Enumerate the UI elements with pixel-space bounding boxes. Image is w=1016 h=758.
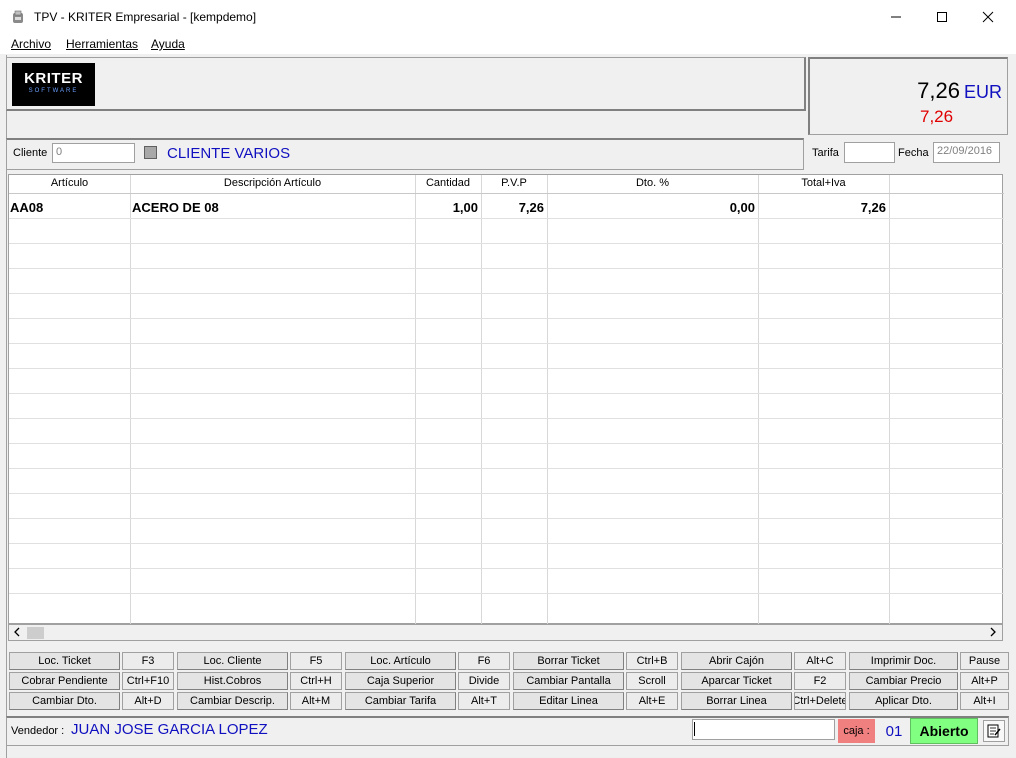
menu-herramientas[interactable]: Herramientas bbox=[66, 37, 138, 51]
cell-dto: 0,00 bbox=[729, 200, 755, 215]
aparcar-ticket-button[interactable]: Aparcar Ticket bbox=[681, 672, 792, 690]
vendedor-label: Vendedor : bbox=[11, 725, 65, 737]
title-bar: TPV - KRITER Empresarial - [kempdemo] bbox=[0, 0, 1016, 34]
client-checkbox[interactable] bbox=[144, 146, 157, 159]
cambiar-pantalla-button[interactable]: Cambiar Pantalla bbox=[513, 672, 624, 690]
cobrar-pendiente-button[interactable]: Cobrar Pendiente bbox=[9, 672, 120, 690]
cobrar-pendiente-shortcut: Ctrl+F10 bbox=[122, 672, 174, 690]
total-currency: EUR bbox=[963, 82, 1002, 102]
kriter-logo: KRITER SOFTWARE bbox=[12, 63, 95, 106]
borrar-ticket-shortcut: Ctrl+B bbox=[626, 652, 678, 670]
loc-articulo-shortcut: F6 bbox=[458, 652, 510, 670]
cambiar-dto-shortcut: Alt+D bbox=[122, 692, 174, 710]
caja-label: caja : bbox=[838, 719, 875, 743]
cell-articulo: AA08 bbox=[10, 200, 44, 215]
loc-ticket-shortcut: F3 bbox=[122, 652, 174, 670]
abrir-cajon-button[interactable]: Abrir Cajón bbox=[681, 652, 792, 670]
logo-tagline: SOFTWARE bbox=[28, 88, 79, 94]
tarifa-label: Tarifa bbox=[812, 147, 839, 159]
minimize-button[interactable] bbox=[873, 0, 919, 34]
cambiar-descrip-button[interactable]: Cambiar Descrip. bbox=[177, 692, 288, 710]
menu-archivo[interactable]: Archivo bbox=[11, 37, 51, 51]
app-window: TPV - KRITER Empresarial - [kempdemo] Ar… bbox=[0, 0, 1016, 758]
menu-ayuda[interactable]: Ayuda bbox=[151, 37, 185, 51]
scroll-right-icon[interactable] bbox=[988, 626, 998, 641]
maximize-button[interactable] bbox=[919, 0, 965, 34]
caja-status-badge: Abierto bbox=[910, 718, 978, 744]
vendedor-name: JUAN JOSE GARCIA LOPEZ bbox=[71, 721, 268, 738]
close-button[interactable] bbox=[965, 0, 1011, 34]
barcode-input[interactable] bbox=[692, 719, 835, 740]
logo-name: KRITER bbox=[24, 70, 83, 87]
tarifa-input[interactable] bbox=[844, 142, 895, 163]
col-header-dto[interactable]: Dto. % bbox=[547, 177, 758, 189]
notepad-icon[interactable] bbox=[983, 720, 1005, 742]
loc-cliente-button[interactable]: Loc. Cliente bbox=[177, 652, 288, 670]
header-panel bbox=[6, 57, 806, 111]
col-header-total[interactable]: Total+Iva bbox=[758, 177, 889, 189]
hist-cobros-button[interactable]: Hist.Cobros bbox=[177, 672, 288, 690]
abrir-cajon-shortcut: Alt+C bbox=[794, 652, 846, 670]
loc-ticket-button[interactable]: Loc. Ticket bbox=[9, 652, 120, 670]
fecha-input[interactable]: 22/09/2016 bbox=[933, 142, 1000, 163]
aplicar-dto-button[interactable]: Aplicar Dto. bbox=[849, 692, 958, 710]
ticket-grid[interactable]: Artículo Descripción Artículo Cantidad P… bbox=[8, 174, 1004, 625]
cambiar-tarifa-shortcut: Alt+T bbox=[458, 692, 510, 710]
total-subtotal: 7,26 bbox=[920, 107, 954, 126]
loc-cliente-shortcut: F5 bbox=[290, 652, 342, 670]
text-cursor bbox=[694, 722, 695, 736]
fecha-label: Fecha bbox=[898, 147, 929, 159]
imprimir-doc-shortcut: Pause bbox=[960, 652, 1009, 670]
cambiar-descrip-shortcut: Alt+M bbox=[290, 692, 342, 710]
horizontal-scrollbar[interactable] bbox=[8, 624, 1003, 641]
scroll-thumb[interactable] bbox=[27, 627, 44, 639]
scroll-left-icon[interactable] bbox=[12, 626, 22, 641]
col-header-descripcion[interactable]: Descripción Artículo bbox=[130, 177, 415, 189]
cambiar-tarifa-button[interactable]: Cambiar Tarifa bbox=[345, 692, 456, 710]
col-header-pvp[interactable]: P.V.P bbox=[481, 177, 547, 189]
hist-cobros-shortcut: Ctrl+H bbox=[290, 672, 342, 690]
aparcar-ticket-shortcut: F2 bbox=[794, 672, 846, 690]
col-header-articulo[interactable]: Artículo bbox=[9, 177, 130, 189]
cell-cantidad: 1,00 bbox=[452, 200, 478, 215]
total-amount: 7,26 bbox=[917, 78, 960, 103]
editar-linea-shortcut: Alt+E bbox=[626, 692, 678, 710]
cambiar-dto-button[interactable]: Cambiar Dto. bbox=[9, 692, 120, 710]
editar-linea-button[interactable]: Editar Linea bbox=[513, 692, 624, 710]
client-name: CLIENTE VARIOS bbox=[167, 145, 291, 162]
menu-bar: Archivo Herramientas Ayuda bbox=[0, 34, 1016, 54]
imprimir-doc-button[interactable]: Imprimir Doc. bbox=[849, 652, 958, 670]
aplicar-dto-shortcut: Alt+I bbox=[960, 692, 1009, 710]
cell-descripcion: ACERO DE 08 bbox=[132, 200, 219, 215]
client-label: Cliente bbox=[13, 147, 48, 159]
cambiar-precio-shortcut: Alt+P bbox=[960, 672, 1009, 690]
borrar-linea-button[interactable]: Borrar Linea bbox=[681, 692, 792, 710]
caja-number: 01 bbox=[885, 722, 903, 740]
cambiar-precio-button[interactable]: Cambiar Precio bbox=[849, 672, 958, 690]
total-amount-display: 7,26 EUR bbox=[917, 78, 1002, 104]
cambiar-pantalla-shortcut: Scroll bbox=[626, 672, 678, 690]
cell-total: 7,26 bbox=[860, 200, 886, 215]
col-header-cantidad[interactable]: Cantidad bbox=[415, 177, 481, 189]
cell-pvp: 7,26 bbox=[518, 200, 544, 215]
client-code-input[interactable]: 0 bbox=[52, 143, 135, 163]
caja-superior-button[interactable]: Caja Superior bbox=[345, 672, 456, 690]
borrar-linea-shortcut: Ctrl+Delete bbox=[794, 692, 846, 710]
borrar-ticket-button[interactable]: Borrar Ticket bbox=[513, 652, 624, 670]
app-icon bbox=[10, 9, 26, 25]
window-title: TPV - KRITER Empresarial - [kempdemo] bbox=[34, 10, 257, 24]
loc-articulo-button[interactable]: Loc. Artículo bbox=[345, 652, 456, 670]
caja-superior-shortcut: Divide bbox=[458, 672, 510, 690]
